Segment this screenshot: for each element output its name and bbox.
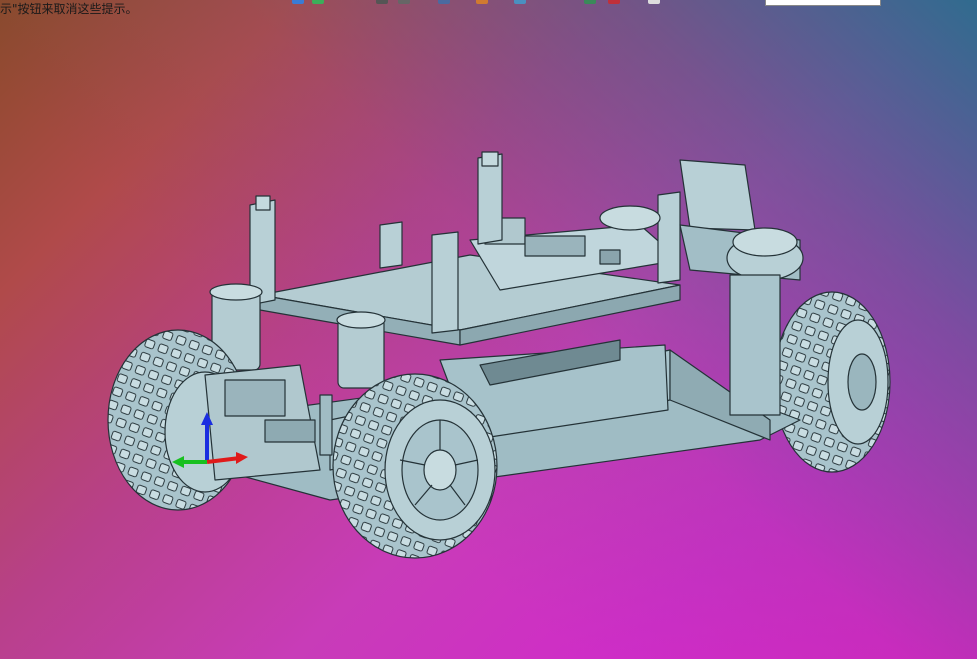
layer-icon[interactable] [514, 0, 526, 4]
wheel-front-left [332, 373, 498, 559]
filter-icon[interactable] [476, 0, 488, 4]
wheel-rear-right [773, 291, 891, 473]
view-icon[interactable] [292, 0, 304, 4]
motor-driver-module [204, 364, 333, 481]
hint-text: 示"按钮来取消这些提示。 [0, 2, 138, 16]
graphics-viewport[interactable]: 示"按钮来取消这些提示。 [0, 0, 977, 659]
page-icon[interactable] [648, 0, 660, 4]
snap-icon[interactable] [398, 0, 410, 4]
cad-model-rc-car[interactable] [0, 0, 977, 659]
selection-filter-dropdown[interactable] [765, 0, 881, 6]
color-icon[interactable] [584, 0, 596, 4]
select-icon[interactable] [376, 0, 388, 4]
close-icon[interactable] [608, 0, 620, 4]
render-icon[interactable] [312, 0, 324, 4]
measure-icon[interactable] [438, 0, 450, 4]
